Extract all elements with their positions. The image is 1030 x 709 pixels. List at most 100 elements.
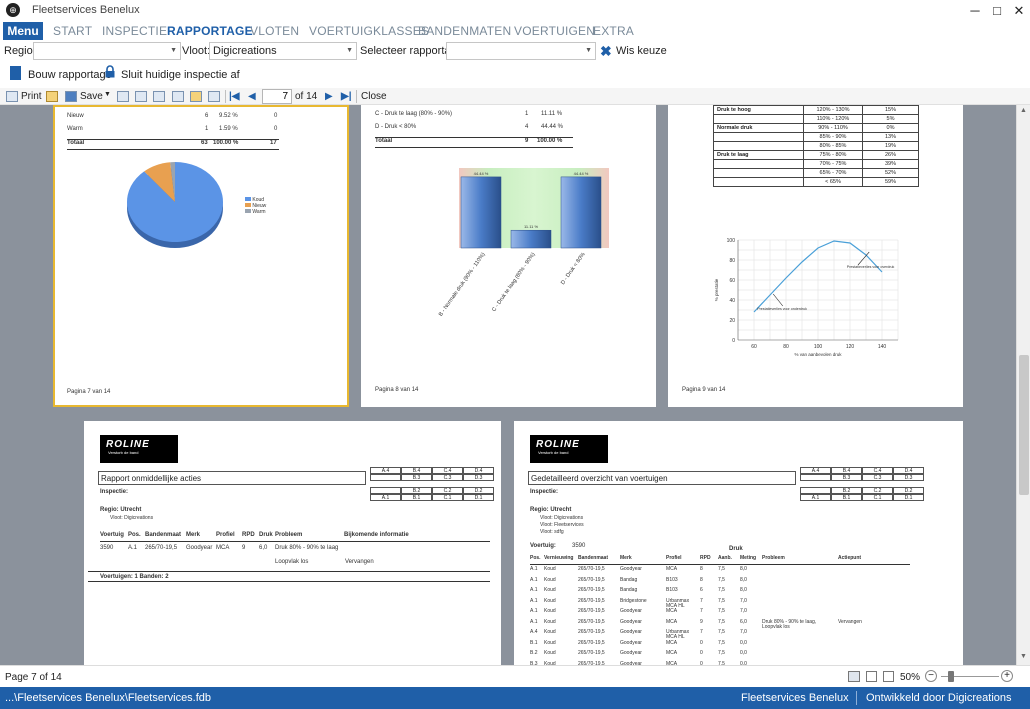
tab-voertuigen[interactable]: VOERTUIGEN xyxy=(514,24,595,38)
regio-select[interactable]: ▼ xyxy=(33,42,181,60)
tab-extra[interactable]: EXTRA xyxy=(593,24,634,38)
axle-cell: D.3 xyxy=(893,474,924,481)
table-cell: Merk xyxy=(186,532,201,538)
report-page-10[interactable]: ROLINE Verstorb de band Rapport onmiddel… xyxy=(84,421,501,665)
table-cell: 7,5 xyxy=(718,587,725,593)
save-icon[interactable] xyxy=(65,91,77,102)
bar xyxy=(560,176,602,249)
table-cell: Probleem xyxy=(275,532,303,538)
table-cell xyxy=(713,159,804,169)
columns-icon[interactable] xyxy=(153,91,165,102)
page-number-input[interactable] xyxy=(262,89,292,104)
p11-table-body: A.1 Koud 265/70-19,5 Goodyear MCA 8 7,5 8,0 A.1 K… xyxy=(530,566,910,666)
p10-inspectie: Inspectie: xyxy=(100,489,129,495)
continuous-view-icon[interactable] xyxy=(883,671,894,682)
build-report-button[interactable]: Bouw rapportage xyxy=(28,69,112,81)
tab-inspectie[interactable]: INSPECTIE xyxy=(102,24,167,38)
zoom-in-icon[interactable]: + xyxy=(1001,670,1013,682)
table-row: Normale druk 90% - 110% 0% xyxy=(713,123,919,133)
mail-icon[interactable] xyxy=(117,91,129,102)
scroll-up-icon[interactable]: ▲ xyxy=(1020,107,1027,114)
report-page-8[interactable]: C - Druk te laag (80% - 90%) 1 11.11 % D… xyxy=(361,105,656,407)
x-axis-label: % van aanbevolen druk xyxy=(794,352,842,357)
zoom-out-icon[interactable]: − xyxy=(925,670,937,682)
close-window-button[interactable]: ✕ xyxy=(1010,2,1028,19)
table-cell: 8,0 xyxy=(740,576,747,583)
report-page-9[interactable]: Druk te hoog 120% - 130% 15% 110% - 120% 5% N… xyxy=(668,105,963,407)
scrollbar-thumb[interactable] xyxy=(1019,355,1029,495)
tab-start[interactable]: START xyxy=(53,24,92,38)
rapportage-select[interactable]: ▼ xyxy=(446,42,596,60)
chevron-down-icon: ▼ xyxy=(170,47,177,54)
table-cell: 13% xyxy=(862,132,919,142)
chevron-down-icon[interactable]: ▼ xyxy=(104,91,111,98)
developer-credit: Ontwikkeld door Digicreations xyxy=(866,692,1012,704)
axle-cell: D.2 xyxy=(893,487,924,494)
save-button[interactable]: Save xyxy=(80,91,103,102)
next-page-icon[interactable]: ▶ xyxy=(325,91,333,102)
minimize-button[interactable]: ─ xyxy=(966,2,984,19)
p7-pie-chart xyxy=(127,162,223,248)
multi-page-view-icon[interactable] xyxy=(848,671,860,682)
clear-filter-button[interactable]: Wis keuze xyxy=(616,45,667,57)
table-cell: Meting xyxy=(740,555,757,561)
vloot-select[interactable]: Digicreations ▼ xyxy=(209,42,357,60)
binoculars-icon[interactable] xyxy=(135,91,147,102)
table-cell: Bridgestone xyxy=(620,597,647,604)
table-cell: 110% - 120% xyxy=(803,114,863,124)
table-cell: Druk xyxy=(259,532,273,538)
table-row: D - Druk < 80% 4 44.44 % xyxy=(375,124,564,130)
single-page-view-icon[interactable] xyxy=(866,671,877,682)
last-page-icon[interactable]: ▶| xyxy=(341,91,352,102)
open-folder-icon[interactable] xyxy=(46,91,58,102)
tab-voertuigklasses[interactable]: VOERTUIGKLASSES xyxy=(309,24,429,38)
table-cell: 0 xyxy=(700,639,703,646)
table-cell: Vervangen xyxy=(838,618,862,625)
table-cell: 7,5 xyxy=(718,629,725,635)
scroll-down-icon[interactable]: ▼ xyxy=(1020,653,1027,660)
table-cell: 265/70-19,5 xyxy=(578,618,605,625)
axle-cell: A.1 xyxy=(370,494,401,501)
table-cell: 8,0 xyxy=(740,587,747,593)
tab-vloten[interactable]: VLOTEN xyxy=(250,24,299,38)
close-inspection-button[interactable]: Sluit huidige inspectie af xyxy=(121,69,240,81)
table-cell: 265/70-19,5 xyxy=(578,576,605,583)
report-page-7[interactable]: Nieuw 6 9.52 % 0 Warm 1 1.59 % 0 Totaal … xyxy=(53,105,349,407)
p10-row2-info: Vervangen xyxy=(345,559,374,565)
table-cell: 7 xyxy=(700,629,703,635)
table-cell: 265/70-19,5 xyxy=(578,608,605,614)
table-row: 70% - 75% 39% xyxy=(713,159,919,169)
print-button[interactable]: Print xyxy=(21,91,42,102)
menu-button[interactable]: Menu xyxy=(3,22,43,40)
print-icon[interactable] xyxy=(6,91,18,102)
table-cell: Bandenmaat xyxy=(578,555,609,561)
table-cell: Profiel xyxy=(666,555,682,561)
table-cell: MCA xyxy=(666,650,678,656)
zoom-slider-thumb[interactable] xyxy=(948,671,954,682)
table-cell: 8,0 xyxy=(740,566,747,572)
table-cell xyxy=(713,132,804,142)
close-report-button[interactable]: Close xyxy=(361,91,387,102)
table-row: Druk te hoog 120% - 130% 15% xyxy=(713,105,919,115)
maximize-button[interactable]: □ xyxy=(988,2,1006,19)
viewer-scrollbar[interactable]: ▲ ▼ xyxy=(1016,105,1030,665)
tab-bandenmaten[interactable]: BANDENMATEN xyxy=(418,24,511,38)
table-cell: 8 xyxy=(700,576,703,583)
y-tick-label: 0 xyxy=(732,338,735,344)
previous-page-icon[interactable]: ◀ xyxy=(248,91,256,102)
table-cell: Druk 80% - 90% te laag xyxy=(275,545,339,551)
report-page-11[interactable]: ROLINE Verstorb de band Gedetailleerd ov… xyxy=(514,421,963,665)
p10-row2-problem: Loopvlak los xyxy=(275,559,309,565)
parameters-icon[interactable] xyxy=(208,91,220,102)
table-row: C - Druk te laag (80% - 90%) 1 11.11 % xyxy=(375,111,563,117)
report-viewer[interactable]: Nieuw 6 9.52 % 0 Warm 1 1.59 % 0 Totaal … xyxy=(0,105,1030,665)
y-tick-label: 80 xyxy=(729,258,735,264)
table-row: A.1 Koud 265/70-19,5 Bandag B103 6 7,5 8,0 xyxy=(530,588,910,599)
edit-icon[interactable] xyxy=(190,91,202,102)
clear-x-icon[interactable]: ✖ xyxy=(600,43,612,60)
y-tick-label: 60 xyxy=(729,278,735,284)
first-page-icon[interactable]: |◀ xyxy=(229,91,240,102)
page-setup-icon[interactable] xyxy=(172,91,184,102)
tab-rapportage[interactable]: RAPPORTAGE xyxy=(167,24,253,38)
ribbon-tabs: Menu START INSPECTIE RAPPORTAGE VLOTEN V… xyxy=(0,21,1030,41)
